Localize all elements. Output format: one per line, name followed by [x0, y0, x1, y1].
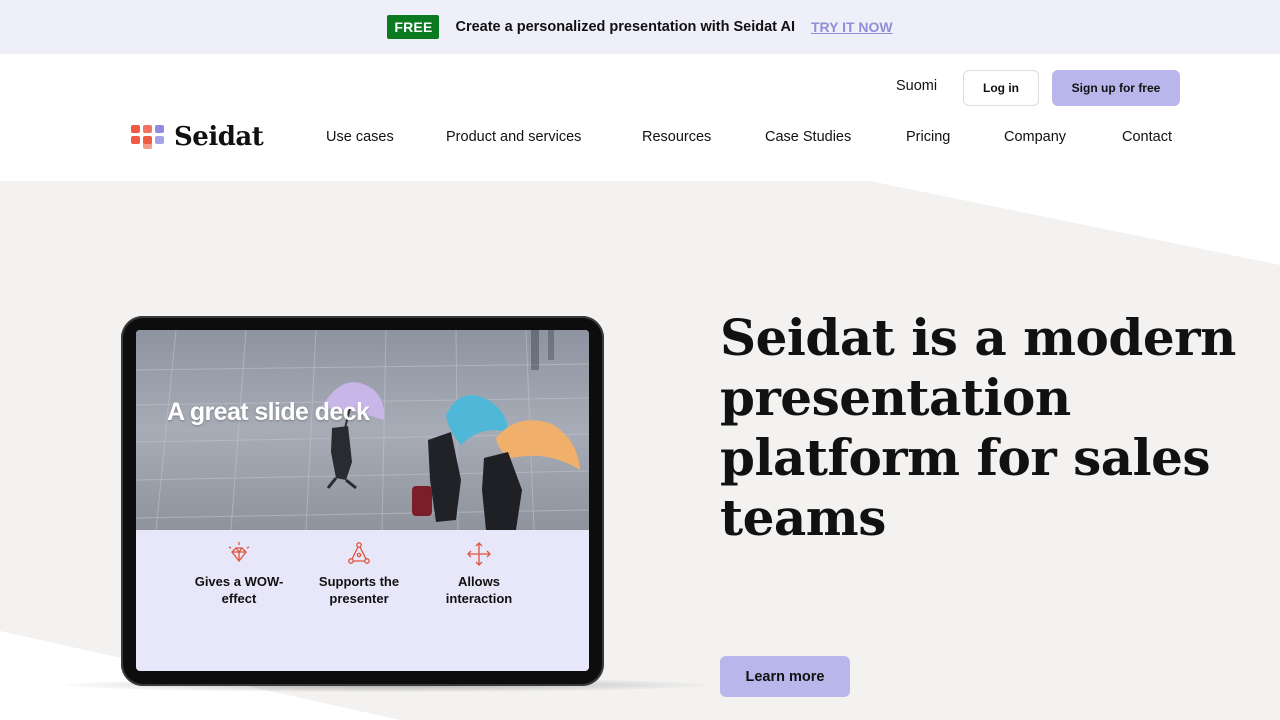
learn-more-button[interactable]: Learn more — [720, 656, 850, 697]
try-it-now-link[interactable]: TRY IT NOW — [811, 19, 893, 35]
free-badge: FREE — [387, 15, 440, 39]
slide-title: A great slide deck — [167, 398, 370, 426]
nav-company[interactable]: Company — [1004, 129, 1066, 145]
nav-use-cases[interactable]: Use cases — [326, 129, 394, 145]
move-arrows-icon — [467, 542, 491, 566]
feature-allows-interaction: Allows interaction — [424, 541, 534, 607]
nav-contact[interactable]: Contact — [1122, 129, 1172, 145]
nav-case-studies[interactable]: Case Studies — [765, 129, 851, 145]
nav-pricing[interactable]: Pricing — [906, 129, 950, 145]
signup-button[interactable]: Sign up for free — [1052, 70, 1180, 106]
presenter-network-icon — [348, 542, 370, 564]
tablet-device: A great slide deck Gives a WOW-effect Su… — [121, 316, 604, 686]
login-button[interactable]: Log in — [963, 70, 1039, 106]
feature-supports-presenter: Supports the presenter — [304, 541, 414, 607]
site-header: Suomi Log in Sign up for free Seidat Use… — [0, 54, 1280, 181]
promo-banner: FREE Create a personalized presentation … — [0, 0, 1280, 54]
language-switch[interactable]: Suomi — [896, 78, 937, 94]
feature-label: Allows interaction — [445, 574, 513, 606]
promo-text: Create a personalized presentation with … — [455, 19, 795, 35]
hero-headline: Seidat is a modern presentation platform… — [720, 308, 1236, 547]
hero-section: A great slide deck Gives a WOW-effect Su… — [0, 181, 1280, 720]
nav-resources[interactable]: Resources — [642, 129, 711, 145]
rainy-street-photo — [136, 330, 589, 530]
feature-label: Supports the presenter — [318, 574, 400, 606]
nav-product-and-services[interactable]: Product and services — [446, 129, 581, 145]
main-nav: Use cases Product and services Resources… — [0, 129, 1280, 149]
feature-wow-effect: Gives a WOW-effect — [184, 541, 294, 607]
tablet-screen: A great slide deck Gives a WOW-effect Su… — [136, 330, 589, 671]
diamond-sparkle-icon — [228, 542, 250, 563]
feature-label: Gives a WOW-effect — [194, 574, 284, 606]
